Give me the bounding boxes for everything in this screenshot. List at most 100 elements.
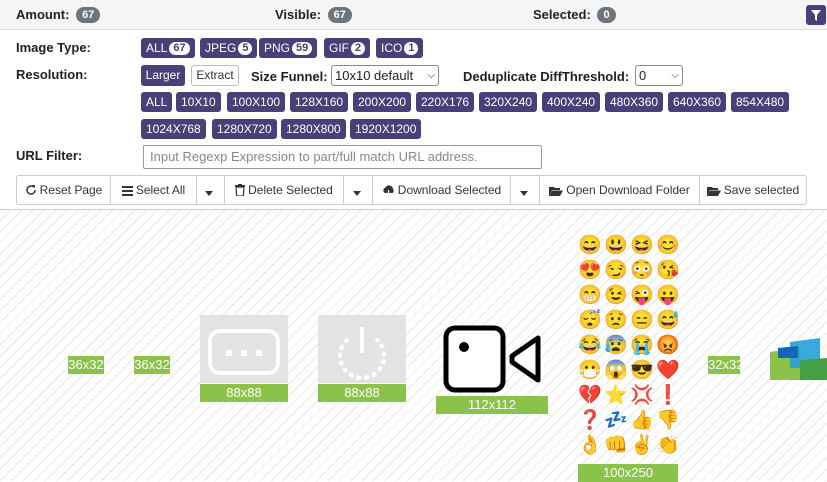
larger-button[interactable]: Larger <box>141 65 185 86</box>
select-dropdown-toggle[interactable] <box>197 176 225 204</box>
funnel-icon <box>811 9 821 21</box>
image-size-label: 36x32 <box>68 356 104 374</box>
type-label: ALL <box>146 41 168 55</box>
emoji-glyph: 👌 <box>578 435 602 456</box>
emoji-glyph: 😑 <box>630 310 654 331</box>
save-selected-label: Save selected <box>723 183 800 197</box>
emoji-glyph: 😰 <box>604 335 628 356</box>
visible-badge: 67 <box>327 7 352 23</box>
image-size-label: 88x88 <box>318 384 406 402</box>
emoji-glyph: 😷 <box>578 360 602 381</box>
emoji-glyph: 😄 <box>578 235 602 256</box>
emoji-glyph: 😊 <box>656 235 680 256</box>
emoji-glyph: 👊 <box>604 435 628 456</box>
emoji-glyph: 💔 <box>578 385 602 406</box>
chevron-down-icon: ⌵ <box>427 70 435 81</box>
res-filter[interactable]: 640X360 <box>668 92 727 112</box>
caret-down-icon <box>352 191 361 196</box>
type-label: PNG <box>264 41 291 55</box>
image-thumbnail[interactable]: 😄 😃 😆 😊 😍 😏 😳 😘 😁 😉 😜 😛 😴 😟 😑 😅 😂 😰 😭 😡 😷 😱 😎 ❤️ 💔 ⭐ 💢 ❗ ❓ 💤 👍 👎 👌 👊 ✌️ 👏 <box>577 233 681 458</box>
res-filter[interactable]: 1280X720 <box>212 119 277 139</box>
emoji-glyph: 👎 <box>656 410 680 431</box>
download-selected-button[interactable]: Download Selected <box>373 176 511 204</box>
amount-stat: Amount: 67 <box>16 7 101 23</box>
res-filter[interactable]: 128X160 <box>290 92 349 112</box>
reset-page-button[interactable]: Reset Page <box>17 176 111 204</box>
res-filter[interactable]: 1024X768 <box>141 119 206 139</box>
res-filter[interactable]: 1920X1200 <box>350 119 422 139</box>
logo-image <box>770 338 827 380</box>
emoji-glyph: 😅 <box>656 310 680 331</box>
type-count: 2 <box>351 42 366 55</box>
type-filter-all[interactable]: ALL 67 <box>141 38 195 58</box>
select-all-label: Select All <box>135 183 186 197</box>
dedup-select[interactable]: 0 ⌵ <box>635 65 683 86</box>
emoji-glyph: 😳 <box>630 260 654 281</box>
type-filter-png[interactable]: PNG 59 <box>259 38 318 58</box>
res-filter[interactable]: 1280X800 <box>281 119 346 139</box>
res-filter[interactable]: ALL <box>141 92 173 112</box>
extract-button[interactable]: Extract <box>191 65 239 86</box>
type-filter-jpeg[interactable]: JPEG 5 <box>200 38 258 58</box>
emoji-glyph: ❓ <box>578 410 602 431</box>
delete-dropdown-toggle[interactable] <box>344 176 373 204</box>
image-thumbnail[interactable] <box>770 338 827 382</box>
visible-stat: Visible: 67 <box>275 7 352 23</box>
visible-label: Visible: <box>275 7 322 22</box>
type-filter-gif[interactable]: GIF 2 <box>324 38 371 58</box>
image-gallery[interactable] <box>0 209 827 481</box>
folder-open-icon <box>549 187 564 196</box>
reset-label: Reset Page <box>39 183 103 197</box>
type-filter-ico[interactable]: ICO 1 <box>376 38 424 58</box>
folder-open-icon <box>706 187 721 196</box>
emoji-glyph: 😜 <box>630 285 654 306</box>
amount-label: Amount: <box>16 7 70 22</box>
emoji-glyph: 😡 <box>656 335 680 356</box>
filter-toggle-button[interactable] <box>806 5 826 25</box>
type-label: JPEG <box>205 41 237 55</box>
caret-down-icon <box>205 191 213 196</box>
save-selected-button[interactable]: Save selected <box>700 176 806 204</box>
emoji-glyph: 👏 <box>656 435 680 456</box>
open-folder-label: Open Download Folder <box>566 183 690 197</box>
res-filter[interactable]: 200X200 <box>353 92 412 112</box>
select-all-button[interactable]: Select All <box>111 176 197 204</box>
selected-badge: 0 <box>597 7 616 23</box>
size-funnel-value: 10x10 default <box>335 68 414 83</box>
type-label: ICO <box>381 41 403 55</box>
res-filter[interactable]: 854X480 <box>731 92 790 112</box>
res-filter[interactable]: 220X176 <box>416 92 475 112</box>
res-filter[interactable]: 10X10 <box>176 92 221 112</box>
emoji-glyph: 😍 <box>578 260 602 281</box>
res-filter[interactable]: 480X360 <box>605 92 664 112</box>
open-download-folder-button[interactable]: Open Download Folder <box>540 176 700 204</box>
size-funnel-label: Size Funnel: <box>251 69 328 84</box>
image-size-label: 36x32 <box>134 356 170 374</box>
delete-selected-button[interactable]: Delete Selected <box>225 176 344 204</box>
emoji-glyph: 😁 <box>578 285 602 306</box>
image-size-label: 32x32 <box>708 356 744 374</box>
res-filter[interactable]: 400X240 <box>542 92 601 112</box>
emoji-glyph: ❤️ <box>656 360 680 381</box>
download-dropdown-toggle[interactable] <box>511 176 540 204</box>
image-thumbnail[interactable] <box>200 315 288 383</box>
image-type-label: Image Type: <box>16 40 91 55</box>
type-count: 5 <box>238 42 253 55</box>
res-filter[interactable]: 100X100 <box>227 92 286 112</box>
dedup-value: 0 <box>639 68 647 83</box>
image-thumbnail[interactable] <box>436 318 548 396</box>
emoji-glyph: ⭐ <box>604 385 628 406</box>
action-toolbar: Reset Page Select All Delete Selected Do… <box>16 175 807 205</box>
image-thumbnail[interactable] <box>318 315 406 383</box>
emoji-glyph: 😟 <box>604 310 628 331</box>
url-filter-input[interactable]: Input Regexp Expression to part/full mat… <box>143 145 542 169</box>
emoji-glyph: ✌️ <box>630 435 654 456</box>
emoji-glyph: 😛 <box>656 285 680 306</box>
chevron-down-icon: ⌵ <box>671 70 679 81</box>
dedup-label: Deduplicate DiffThreshold: <box>463 69 630 84</box>
res-filter[interactable]: 320X240 <box>479 92 538 112</box>
emoji-glyph: 😏 <box>604 260 628 281</box>
emoji-glyph: ❗ <box>656 385 680 406</box>
size-funnel-select[interactable]: 10x10 default ⌵ <box>331 65 439 86</box>
emoji-glyph: 💤 <box>604 410 628 431</box>
